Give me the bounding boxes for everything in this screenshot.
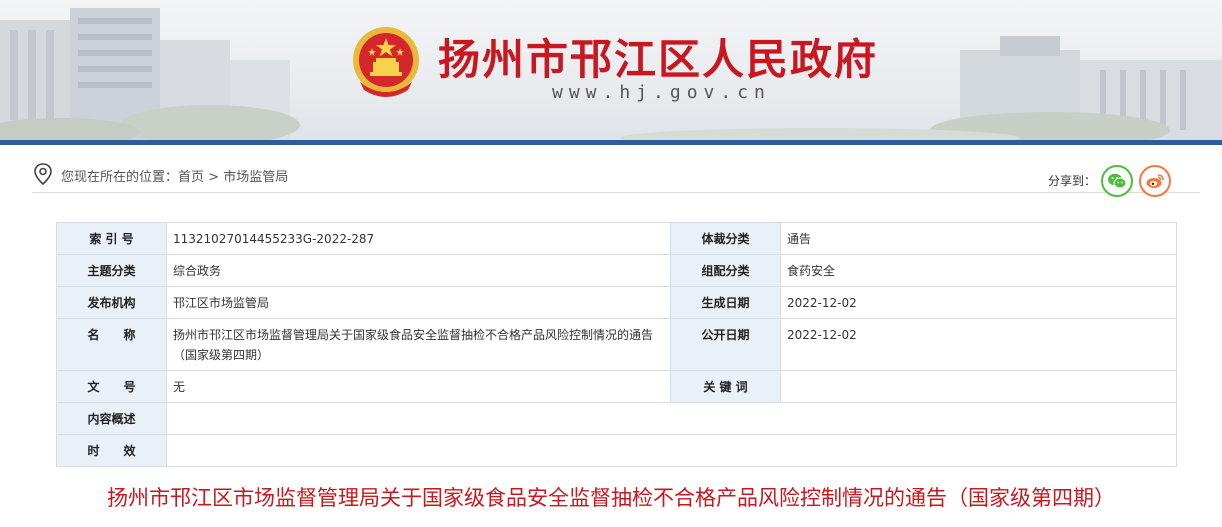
document-meta-table: 索 引 号 11321027014455233G-2022-287 体裁分类 通… xyxy=(56,222,1177,467)
share-wechat-button[interactable] xyxy=(1101,165,1133,197)
validity-label: 时 效 xyxy=(56,434,167,467)
table-row: 文 号 无 关 键 词 xyxy=(56,370,1177,403)
banner-divider xyxy=(0,140,1222,145)
org-class-value: 食药安全 xyxy=(780,254,1177,287)
published-date-label: 公开日期 xyxy=(670,318,781,371)
breadcrumb-prefix: 您现在所在的位置： xyxy=(61,170,179,185)
breadcrumb-current-link[interactable]: 市场监管局 xyxy=(223,170,288,185)
publisher-label: 发布机构 xyxy=(56,286,167,319)
table-row: 内容概述 xyxy=(56,402,1177,435)
index-no-label: 索 引 号 xyxy=(56,222,167,255)
site-title: 扬州市邗江区人民政府 xyxy=(438,35,879,84)
topic-value: 综合政务 xyxy=(166,254,671,287)
location-bar: 您现在所在的位置：首页 > 市场监管局 分享到： xyxy=(32,158,1200,197)
publisher-value: 邗江区市场监管局 xyxy=(166,286,671,319)
national-emblem-icon xyxy=(353,27,419,97)
index-no-value: 11321027014455233G-2022-287 xyxy=(166,222,671,255)
map-pin-icon xyxy=(34,163,52,186)
table-row: 名 称 扬州市邗江区市场监督管理局关于国家级食品安全监督抽检不合格产品风险控制情… xyxy=(56,318,1177,371)
breadcrumb: 您现在所在的位置：首页 > 市场监管局 xyxy=(61,166,288,185)
name-value: 扬州市邗江区市场监督管理局关于国家级食品安全监督抽检不合格产品风险控制情况的通告… xyxy=(166,318,671,371)
genre-label: 体裁分类 xyxy=(670,222,781,255)
article-title: 扬州市邗江区市场监督管理局关于国家级食品安全监督抽检不合格产品风险控制情况的通告… xyxy=(107,486,1115,510)
breadcrumb-separator: > xyxy=(208,170,220,185)
table-row: 索 引 号 11321027014455233G-2022-287 体裁分类 通… xyxy=(56,222,1177,255)
share-weibo-button[interactable] xyxy=(1139,165,1171,197)
table-row: 主题分类 综合政务 组配分类 食药安全 xyxy=(56,254,1177,287)
table-row: 发布机构 邗江区市场监管局 生成日期 2022-12-02 xyxy=(56,286,1177,319)
genre-value: 通告 xyxy=(780,222,1177,255)
doc-no-label: 文 号 xyxy=(56,370,167,403)
weibo-icon xyxy=(1146,174,1164,188)
validity-value xyxy=(166,434,1177,467)
breadcrumb-home-link[interactable]: 首页 xyxy=(178,170,204,185)
share-label: 分享到： xyxy=(1048,174,1097,188)
doc-no-value: 无 xyxy=(166,370,671,403)
summary-value xyxy=(166,402,1177,435)
site-url: www.hj.gov.cn xyxy=(552,82,771,103)
name-label: 名 称 xyxy=(56,318,167,371)
org-class-label: 组配分类 xyxy=(670,254,781,287)
topic-label: 主题分类 xyxy=(56,254,167,287)
wechat-icon xyxy=(1108,173,1127,189)
site-banner: 扬州市邗江区人民政府 www.hj.gov.cn xyxy=(0,0,1222,140)
name-value-line1: 扬州市邗江区市场监督管理局关于国家级食品安全监督抽检不合格产品风险控制情况的通告 xyxy=(173,328,654,342)
summary-label: 内容概述 xyxy=(56,402,167,435)
keywords-value xyxy=(780,370,1177,403)
created-date-label: 生成日期 xyxy=(670,286,781,319)
table-row: 时 效 xyxy=(56,434,1177,467)
name-value-line2: （国家级第四期） xyxy=(173,348,270,362)
published-date-value: 2022-12-02 xyxy=(780,318,1177,371)
keywords-label: 关 键 词 xyxy=(670,370,781,403)
created-date-value: 2022-12-02 xyxy=(780,286,1177,319)
